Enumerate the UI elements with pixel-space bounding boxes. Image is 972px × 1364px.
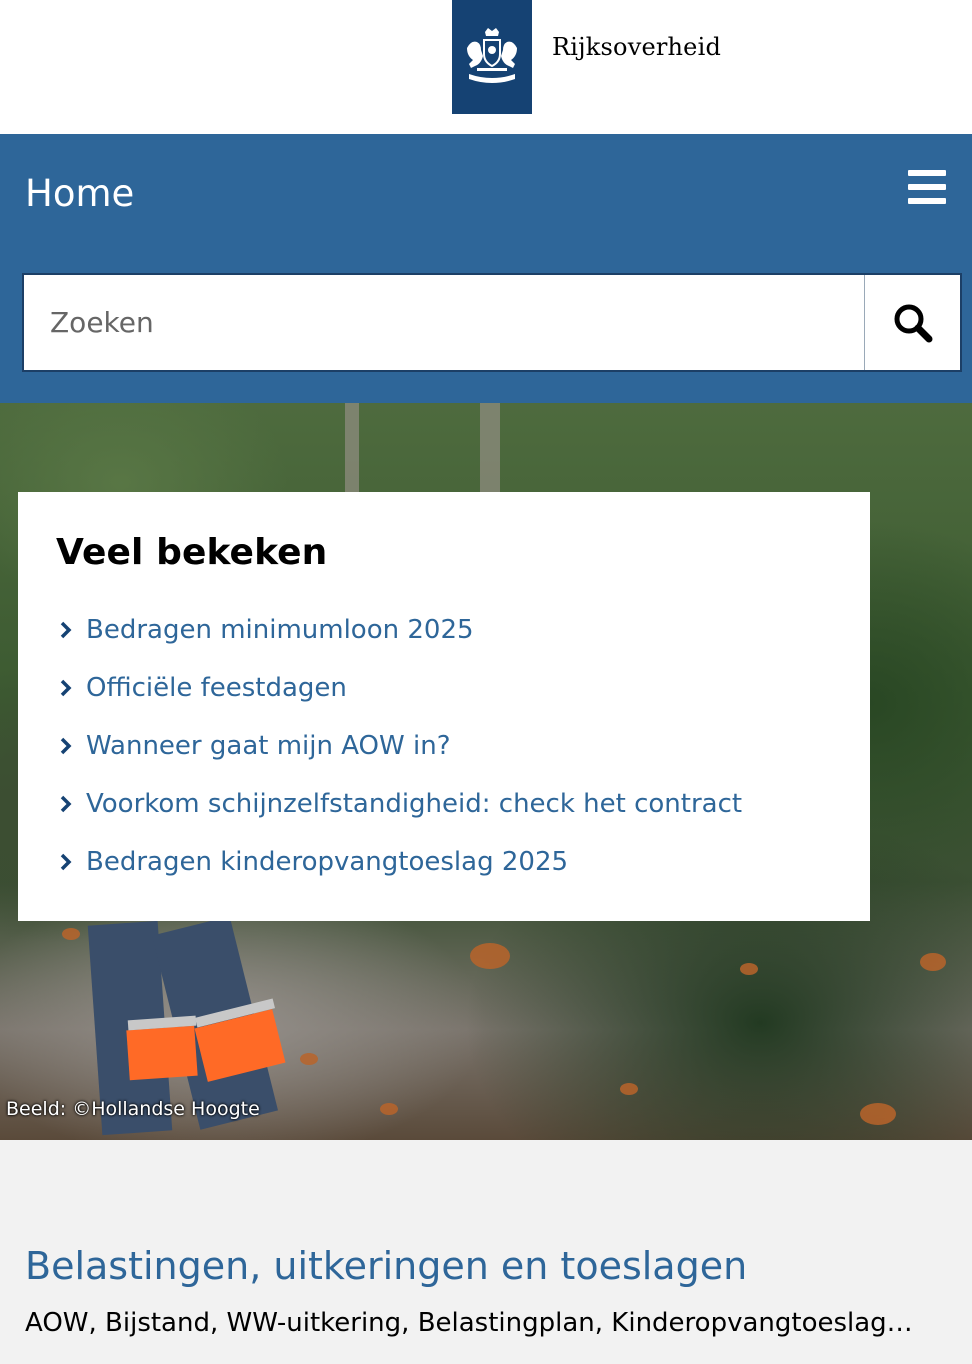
decor-leaf <box>380 1103 398 1115</box>
decor-leaf <box>62 928 80 940</box>
decor-stripe <box>126 1025 198 1081</box>
popular-link[interactable]: Voorkom schijnzelfstandigheid: check het… <box>86 789 742 819</box>
topic-description: AOW, Bijstand, WW-uitkering, Belastingpl… <box>25 1308 913 1338</box>
page-title: Home <box>25 172 135 215</box>
chevron-right-icon <box>60 795 72 813</box>
popular-link[interactable]: Bedragen kinderopvangtoeslag 2025 <box>86 847 568 877</box>
popular-link[interactable]: Officiële feestdagen <box>86 673 347 703</box>
decor-leaf <box>300 1053 318 1065</box>
decor-leaf <box>620 1083 638 1095</box>
nav-bar: Home <box>0 134 972 403</box>
search-icon <box>894 304 932 342</box>
search-form <box>22 273 962 372</box>
menu-line <box>908 198 946 204</box>
popular-list: Bedragen minimumloon 2025 Officiële fees… <box>56 601 832 891</box>
chevron-right-icon <box>60 679 72 697</box>
popular-item[interactable]: Wanneer gaat mijn AOW in? <box>56 717 832 775</box>
popular-item[interactable]: Officiële feestdagen <box>56 659 832 717</box>
chevron-right-icon <box>60 737 72 755</box>
decor-pole <box>480 403 500 493</box>
decor-leaf <box>860 1103 896 1125</box>
popular-item[interactable]: Voorkom schijnzelfstandigheid: check het… <box>56 775 832 833</box>
chevron-right-icon <box>60 621 72 639</box>
logo-emblem[interactable] <box>452 0 532 114</box>
menu-line <box>908 184 946 190</box>
hamburger-icon[interactable] <box>908 170 946 204</box>
popular-link[interactable]: Wanneer gaat mijn AOW in? <box>86 731 451 761</box>
popular-link[interactable]: Bedragen minimumloon 2025 <box>86 615 474 645</box>
coat-of-arms-icon <box>467 28 517 83</box>
decor-leaf <box>740 963 758 975</box>
topic-section: Belastingen, uitkeringen en toeslagen AO… <box>0 1140 972 1364</box>
site-header: Rijksoverheid <box>0 0 972 134</box>
popular-card: Veel bekeken Bedragen minimumloon 2025 O… <box>18 492 870 921</box>
popular-item[interactable]: Bedragen kinderopvangtoeslag 2025 <box>56 833 832 891</box>
brand-name: Rijksoverheid <box>552 33 722 61</box>
popular-item[interactable]: Bedragen minimumloon 2025 <box>56 601 832 659</box>
decor-pole <box>345 403 359 493</box>
search-input[interactable] <box>24 275 864 370</box>
decor-leaf <box>470 943 510 969</box>
hero-image: Veel bekeken Bedragen minimumloon 2025 O… <box>0 403 972 1140</box>
menu-line <box>908 170 946 176</box>
popular-title: Veel bekeken <box>56 532 328 573</box>
photo-credit: Beeld: ©Hollandse Hoogte <box>6 1098 260 1120</box>
search-button[interactable] <box>864 275 960 370</box>
chevron-right-icon <box>60 853 72 871</box>
topic-link[interactable]: Belastingen, uitkeringen en toeslagen <box>25 1244 747 1288</box>
decor-leaf <box>920 953 946 971</box>
